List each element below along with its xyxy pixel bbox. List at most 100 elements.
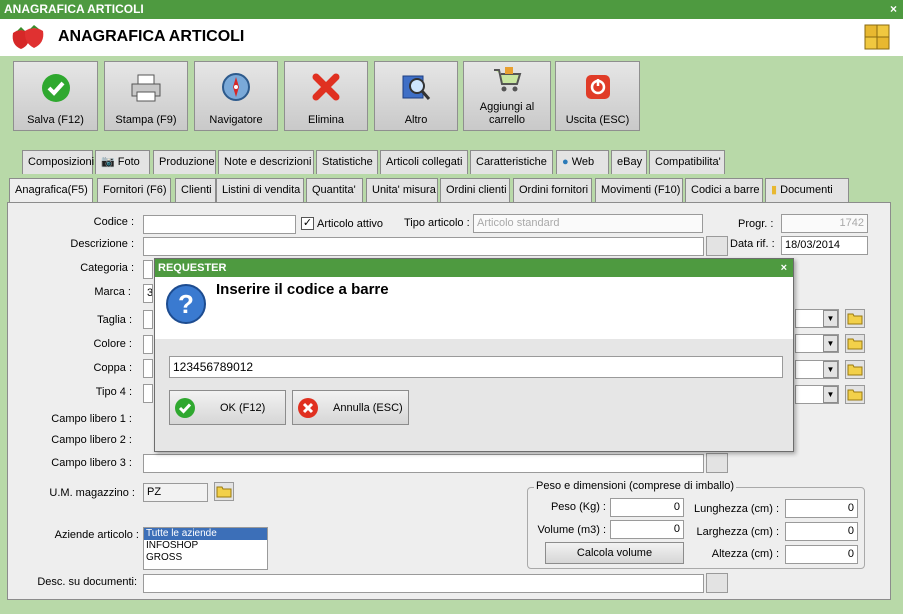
tab-label: Unita' misura [372,184,436,196]
tab-movimenti[interactable]: Movimenti (F10) [595,178,683,202]
altezza-input[interactable]: 0 [785,545,858,564]
tab-ordini-clienti[interactable]: Ordini clienti [440,178,510,202]
dialog-close-button[interactable]: × [781,259,787,277]
marca-input[interactable]: 3( [143,284,153,303]
chevron-down-icon[interactable]: ▼ [823,361,838,378]
camera-icon: 📷 [101,156,115,168]
globe-icon[interactable] [706,573,728,593]
navigator-label: Navigatore [209,114,263,126]
tab-caratteristiche[interactable]: Caratteristiche [470,150,553,174]
folder-icon[interactable] [845,385,865,404]
tab-label: Web [571,156,595,168]
colore-label: Colore : [93,338,132,350]
folder-icon[interactable] [845,360,865,379]
tab-listini-vendita[interactable]: Listini di vendita [216,178,304,202]
altezza-label: Altezza (cm) : [711,548,779,560]
volume-label: Volume (m3) : [537,524,606,536]
campo-libero-2-label: Campo libero 2 : [51,434,132,446]
tab-ordini-fornitori[interactable]: Ordini fornitori [513,178,592,202]
window-close-button[interactable]: × [890,0,897,19]
tab-ebay[interactable]: eBay [611,150,647,174]
tipo-articolo-field[interactable]: Articolo standard [473,214,703,233]
tab-produzione[interactable]: Produzione [153,150,216,174]
coppa-input[interactable] [143,359,153,378]
book-search-icon [400,72,432,107]
peso-input[interactable]: 0 [610,498,684,517]
delete-icon [311,72,341,105]
volume-input[interactable]: 0 [610,520,684,539]
tab-quantita[interactable]: Quantita' [306,178,363,202]
printer-icon [129,72,163,107]
globe-icon[interactable] [706,236,728,256]
tab-clienti[interactable]: Clienti [175,178,216,202]
categoria-input[interactable] [143,260,153,279]
tab-label: Composizioni [28,156,95,168]
tab-label: Anagrafica(F5) [15,184,88,196]
tab-label: Fornitori (F6) [103,184,167,196]
navigator-button[interactable]: Navigatore [194,61,278,131]
window-titlebar: ANAGRAFICA ARTICOLI × [0,0,903,19]
lunghezza-label: Lunghezza (cm) : [694,503,779,515]
barcode-input[interactable]: 123456789012 [169,356,783,378]
um-magazzino-input[interactable]: PZ [143,483,208,502]
cancel-button[interactable]: Annulla (ESC) [292,390,409,425]
ok-button[interactable]: OK (F12) [169,390,286,425]
marca-label: Marca : [94,286,131,298]
save-label: Salva (F12) [27,114,84,126]
save-button[interactable]: Salva (F12) [13,61,98,131]
tipo4-input[interactable] [143,384,153,403]
lunghezza-input[interactable]: 0 [785,499,858,518]
list-item[interactable]: Tutte le aziende [144,528,267,540]
dialog-title: REQUESTER [158,262,227,274]
tab-note-descrizioni[interactable]: Note e descrizioni [218,150,314,174]
tab-label: Quantita' [312,184,356,196]
svg-text:?: ? [178,289,194,319]
folder-icon[interactable] [845,334,865,353]
tipo-articolo-label: Tipo articolo : [404,217,470,229]
larghezza-input[interactable]: 0 [785,522,858,541]
taglia-input[interactable] [143,310,153,329]
campo-libero-3-input[interactable] [143,454,704,473]
chevron-down-icon[interactable]: ▼ [823,310,838,327]
articolo-attivo-checkbox[interactable]: ✓ [301,217,314,230]
codice-input[interactable] [143,215,296,234]
more-button[interactable]: Altro [374,61,458,131]
descrizione-input[interactable] [143,237,704,256]
folder-icon[interactable] [845,309,865,328]
print-button[interactable]: Stampa (F9) [104,61,188,131]
dialog-message: Inserire il codice a barre [216,281,389,298]
tab-compatibilita[interactable]: Compatibilita' [649,150,725,174]
um-magazzino-label: U.M. magazzino : [49,487,135,499]
close-icon [297,397,319,422]
chevron-down-icon[interactable]: ▼ [823,335,838,352]
tab-label: Clienti [181,184,212,196]
data-rif-input[interactable]: 18/03/2014 [781,236,868,255]
exit-button[interactable]: Uscita (ESC) [555,61,640,131]
tab-codici-barre[interactable]: Codici a barre [685,178,763,202]
desc-documenti-input[interactable] [143,574,704,593]
tab-web[interactable]: ● Web [556,150,609,174]
chevron-down-icon[interactable]: ▼ [823,386,838,403]
tab-composizioni[interactable]: Composizioni [22,150,95,174]
tab-label: Ordini clienti [446,184,507,196]
folder-icon[interactable] [214,482,234,501]
tab-documenti[interactable]: ▮ Documenti [765,178,849,202]
colore-input[interactable] [143,335,153,354]
tab-statistiche[interactable]: Statistiche [316,150,378,174]
aziende-list[interactable]: Tutte le aziende INFOSHOP GROSS [143,527,268,570]
delete-button[interactable]: Elimina [284,61,368,131]
tab-unita-misura[interactable]: Unita' misura [366,178,438,202]
tab-fornitori[interactable]: Fornitori (F6) [97,178,171,202]
globe-icon[interactable] [706,453,728,473]
tab-label: eBay [617,156,643,168]
calcola-volume-button[interactable]: Calcola volume [545,542,684,564]
progr-label: Progr. : [738,218,774,230]
add-to-cart-button[interactable]: Aggiungi al carrello [463,61,551,131]
list-item[interactable]: INFOSHOP [144,540,267,552]
list-item[interactable]: GROSS [144,552,267,564]
tab-label: Codici a barre [691,184,760,196]
tab-anagrafica[interactable]: Anagrafica(F5) [9,178,93,202]
tab-foto[interactable]: 📷 Foto [95,150,150,174]
taglia-label: Taglia : [97,314,132,326]
tab-articoli-collegati[interactable]: Articoli collegati [380,150,468,174]
